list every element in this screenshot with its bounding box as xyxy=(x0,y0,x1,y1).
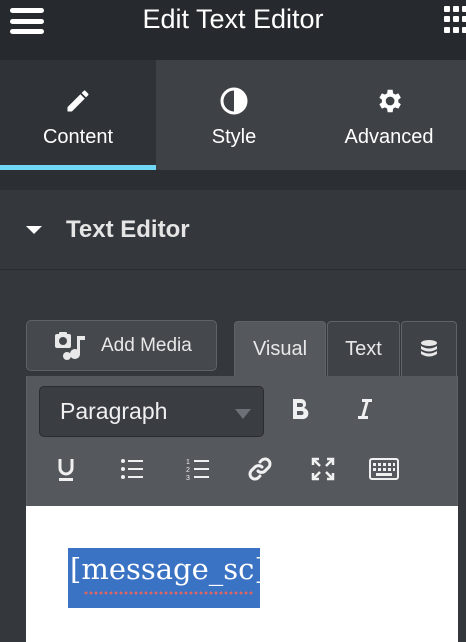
caret-down-icon xyxy=(26,226,42,234)
section-divider xyxy=(0,170,466,190)
section-header[interactable]: Text Editor xyxy=(0,190,466,270)
gear-icon xyxy=(374,86,404,116)
selected-text[interactable]: [message_sc] xyxy=(68,548,260,608)
svg-text:3: 3 xyxy=(186,475,190,481)
fullscreen-icon[interactable] xyxy=(306,452,340,486)
italic-icon[interactable] xyxy=(347,392,381,426)
add-media-label: Add Media xyxy=(101,334,192,356)
editor-toolbar: Paragraph 123 xyxy=(26,376,458,506)
numbered-list-icon[interactable]: 123 xyxy=(181,452,215,486)
tab-label: Style xyxy=(211,126,257,148)
link-icon[interactable] xyxy=(243,452,277,486)
format-select[interactable]: Paragraph xyxy=(39,386,264,437)
tab-content[interactable]: Content xyxy=(0,60,156,170)
tab-label: Content xyxy=(42,126,114,148)
tab-style[interactable]: Style xyxy=(156,60,312,170)
pencil-icon xyxy=(63,86,93,116)
database-icon xyxy=(421,339,437,356)
grid-icon[interactable] xyxy=(444,6,466,34)
panel-title: Edit Text Editor xyxy=(142,4,324,34)
editor-content-area[interactable]: [message_sc] xyxy=(26,506,458,642)
tab-advanced[interactable]: Advanced xyxy=(312,60,466,170)
bullet-list-icon[interactable] xyxy=(115,452,149,486)
svg-text:1: 1 xyxy=(186,459,190,466)
top-bar: Edit Text Editor xyxy=(0,0,466,60)
format-select-value: Paragraph xyxy=(60,398,168,424)
panel-tabs: Content Style Advanced xyxy=(0,60,466,170)
keyboard-icon[interactable] xyxy=(367,452,401,486)
visual-tab[interactable]: Visual xyxy=(234,321,326,377)
content-text: [message_sc] xyxy=(70,552,260,586)
section-title: Text Editor xyxy=(66,216,190,243)
media-icon xyxy=(55,331,85,360)
svg-text:2: 2 xyxy=(186,467,190,474)
chevron-down-icon xyxy=(235,409,251,419)
bold-icon[interactable] xyxy=(283,392,317,426)
tab-label: Advanced xyxy=(344,126,434,148)
text-tab[interactable]: Text xyxy=(327,321,400,377)
half-circle-icon xyxy=(219,86,249,116)
spellcheck-underline xyxy=(84,591,254,595)
dynamic-tags-button[interactable] xyxy=(401,321,457,377)
underline-icon[interactable] xyxy=(49,452,83,486)
add-media-button[interactable]: Add Media xyxy=(26,320,217,371)
